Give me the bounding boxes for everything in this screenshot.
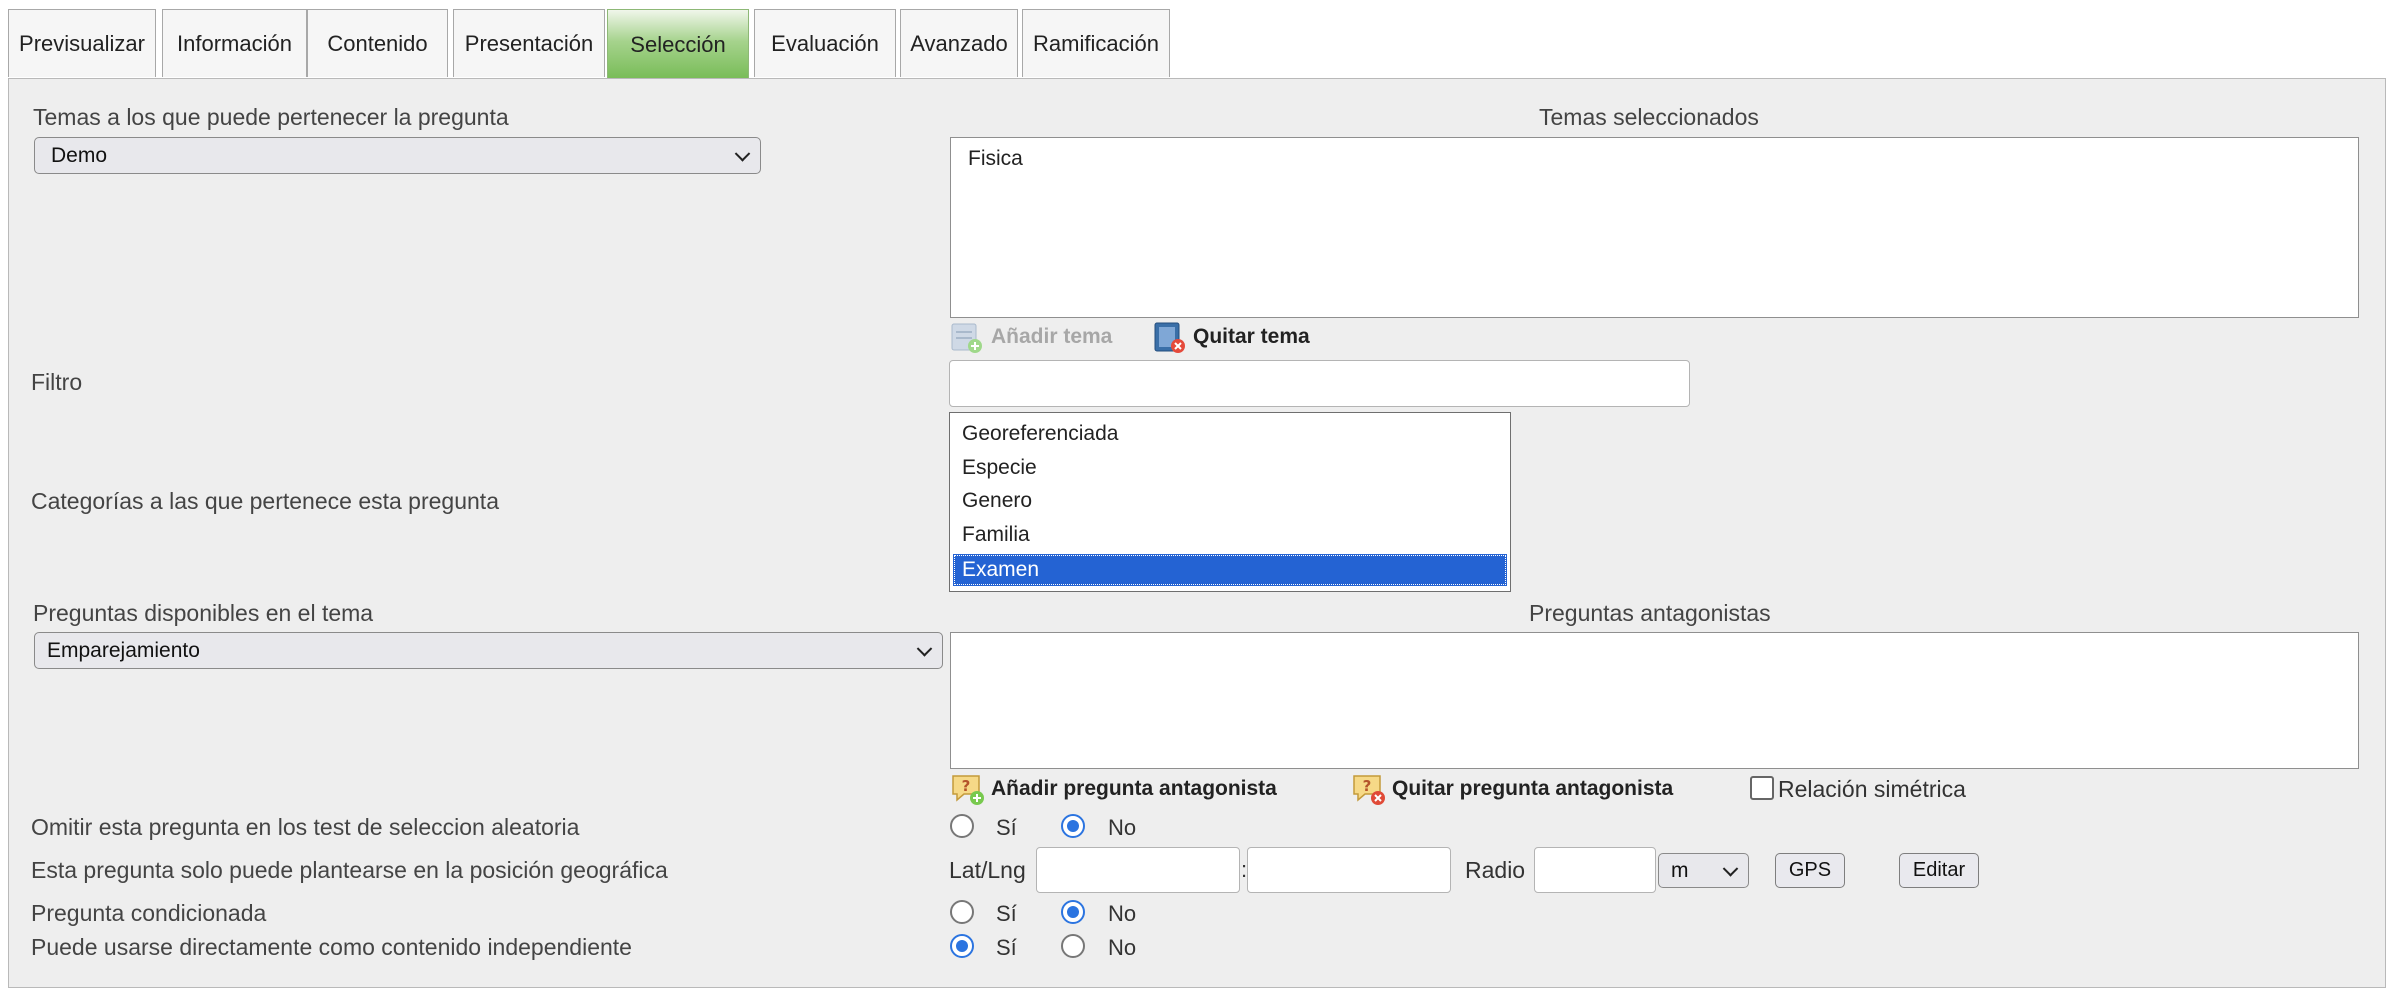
gps-button[interactable]: GPS xyxy=(1775,853,1845,888)
remove-antagonist-button[interactable]: Quitar pregunta antagonista xyxy=(1392,777,1673,801)
list-item[interactable]: Familia xyxy=(962,523,1030,547)
remove-topic-icon[interactable] xyxy=(1153,320,1187,354)
remove-antagonist-icon[interactable]: ? xyxy=(1351,771,1387,807)
add-antagonist-button[interactable]: Añadir pregunta antagonista xyxy=(991,777,1277,801)
geo-label: Esta pregunta solo puede plantearse en l… xyxy=(31,857,668,883)
preguntas-label: Preguntas disponibles en el tema xyxy=(33,600,374,626)
omitir-label: Omitir esta pregunta en los test de sele… xyxy=(31,814,580,840)
tab-avanzado[interactable]: Avanzado xyxy=(900,9,1018,77)
list-item-selected[interactable]: Examen xyxy=(953,554,1507,586)
temas-label: Temas a los que puede pertenecer la preg… xyxy=(33,104,509,130)
list-item[interactable]: Genero xyxy=(962,489,1032,513)
chevron-down-icon xyxy=(1722,860,1739,877)
independiente-no-label: No xyxy=(1108,935,1137,960)
list-item[interactable]: Georeferenciada xyxy=(962,422,1118,446)
chevron-down-icon xyxy=(916,640,933,657)
temas-select-value: Demo xyxy=(51,143,108,167)
temas-seleccionados-list[interactable]: Fisica xyxy=(950,137,2359,318)
longitude-input[interactable] xyxy=(1247,847,1451,893)
independiente-yes-radio[interactable] xyxy=(950,934,974,958)
condicionada-no-radio[interactable] xyxy=(1061,900,1085,924)
filtro-input[interactable] xyxy=(949,360,1690,407)
latitude-input[interactable] xyxy=(1036,847,1240,893)
tab-previsualizar[interactable]: Previsualizar xyxy=(8,9,156,77)
add-topic-button[interactable]: Añadir tema xyxy=(991,325,1112,349)
preguntas-select[interactable]: Emparejamiento xyxy=(34,632,943,669)
condicionada-yes-label: Sí xyxy=(996,901,1017,926)
add-topic-icon[interactable] xyxy=(950,320,984,354)
omitir-yes-radio[interactable] xyxy=(950,814,974,838)
temas-select[interactable]: Demo xyxy=(34,137,761,174)
antagonistas-title: Preguntas antagonistas xyxy=(1529,600,1771,626)
unit-select-value: m xyxy=(1671,858,1689,882)
omitir-no-radio[interactable] xyxy=(1061,814,1085,838)
omitir-no-label: No xyxy=(1108,815,1137,840)
condicionada-yes-radio[interactable] xyxy=(950,900,974,924)
condicionada-label: Pregunta condicionada xyxy=(31,900,267,926)
tab-seleccion[interactable]: Selección xyxy=(607,9,749,79)
condicionada-no-label: No xyxy=(1108,901,1137,926)
independiente-yes-label: Sí xyxy=(996,935,1017,960)
temas-seleccionados-title: Temas seleccionados xyxy=(1539,104,1759,130)
selection-panel: Temas a los que puede pertenecer la preg… xyxy=(8,78,2386,988)
symmetric-label: Relación simétrica xyxy=(1778,776,1966,802)
antagonistas-list[interactable] xyxy=(950,632,2359,769)
remove-topic-button[interactable]: Quitar tema xyxy=(1193,325,1310,349)
radio-label: Radio xyxy=(1465,857,1526,883)
filtro-label: Filtro xyxy=(31,369,83,395)
independiente-label: Puede usarse directamente como contenido… xyxy=(31,934,632,960)
tab-ramificacion[interactable]: Ramificación xyxy=(1022,9,1170,77)
symmetric-checkbox[interactable] xyxy=(1750,776,1774,800)
preguntas-select-value: Emparejamiento xyxy=(47,638,200,662)
categorias-label: Categorías a las que pertenece esta preg… xyxy=(31,488,499,514)
tab-informacion[interactable]: Información xyxy=(162,9,307,77)
independiente-no-radio[interactable] xyxy=(1061,934,1085,958)
svg-text:?: ? xyxy=(962,777,971,795)
radius-input[interactable] xyxy=(1534,847,1656,893)
add-antagonist-icon[interactable]: ? xyxy=(950,771,986,807)
omitir-yes-label: Sí xyxy=(996,815,1017,840)
categorias-listbox[interactable]: Georeferenciada Especie Genero Familia E… xyxy=(949,412,1511,592)
list-item[interactable]: Especie xyxy=(962,456,1037,480)
tab-presentacion[interactable]: Presentación xyxy=(453,9,605,77)
chevron-down-icon xyxy=(734,145,751,162)
tab-evaluacion[interactable]: Evaluación xyxy=(754,9,896,77)
unit-select[interactable]: m xyxy=(1658,853,1749,888)
edit-button[interactable]: Editar xyxy=(1899,853,1979,888)
latlng-label: Lat/Lng xyxy=(949,857,1026,883)
svg-text:?: ? xyxy=(1363,777,1372,795)
list-item[interactable]: Fisica xyxy=(968,147,1023,171)
tab-contenido[interactable]: Contenido xyxy=(307,9,448,77)
